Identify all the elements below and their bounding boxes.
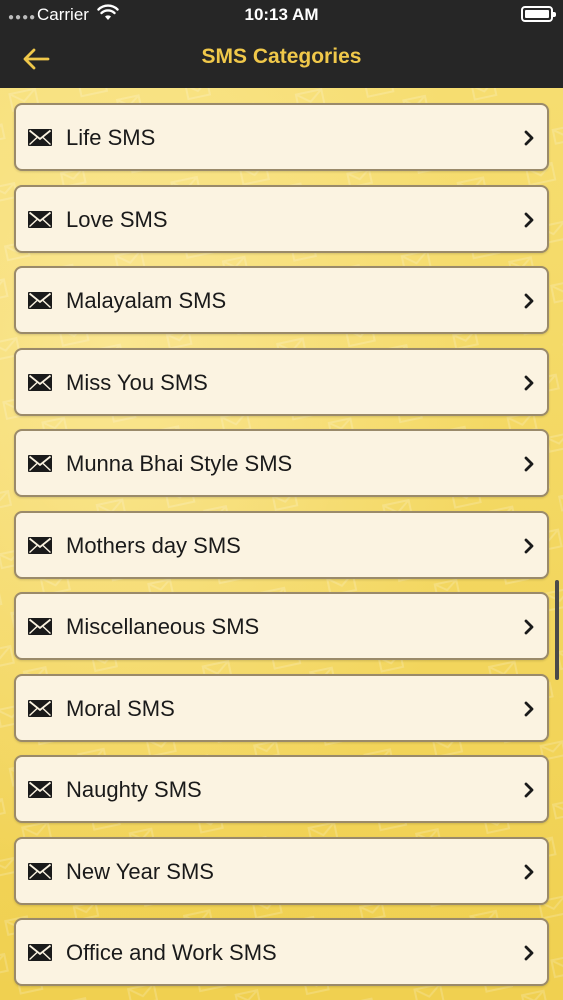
- chevron-right-icon: [524, 945, 534, 961]
- category-row[interactable]: Malayalam SMS: [14, 266, 549, 334]
- envelope-icon: [28, 129, 52, 146]
- category-label: Munna Bhai Style SMS: [66, 451, 293, 476]
- category-label: Moral SMS: [66, 695, 175, 721]
- category-list-area[interactable]: Life SMS Love SMS Malayalam SMS Miss You SM…: [0, 88, 563, 1000]
- category-list: Life SMS Love SMS Malayalam SMS Miss You SM…: [14, 103, 549, 1000]
- chevron-right-icon: [524, 701, 534, 716]
- category-label: Miscellaneous SMS: [66, 614, 260, 639]
- chevron-right-icon: [524, 619, 534, 635]
- chevron-right-icon: [524, 130, 534, 146]
- category-label: Mothers day SMS: [66, 532, 241, 558]
- envelope-icon: [28, 373, 52, 391]
- category-row[interactable]: Munna Bhai Style SMS: [14, 429, 549, 497]
- category-label: Malayalam SMS: [66, 288, 227, 313]
- envelope-icon: [28, 292, 52, 309]
- category-row[interactable]: Moral SMS: [14, 673, 549, 742]
- category-label: Life SMS: [66, 125, 156, 150]
- envelope-icon: [28, 536, 52, 554]
- chevron-right-icon: [524, 375, 534, 390]
- navigation-bar: SMS Categories: [0, 30, 563, 88]
- envelope-icon: [28, 210, 52, 228]
- category-row[interactable]: Miss You SMS: [14, 347, 549, 416]
- category-label: Miss You SMS: [66, 369, 208, 395]
- category-label: Office and Work SMS: [66, 940, 277, 965]
- envelope-icon: [28, 862, 52, 880]
- category-row[interactable]: Love SMS: [14, 184, 549, 253]
- category-row[interactable]: New Year SMS: [14, 836, 549, 905]
- category-row[interactable]: Mothers day SMS: [14, 510, 549, 579]
- chevron-right-icon: [524, 864, 534, 879]
- envelope-icon: [28, 455, 52, 472]
- envelope-icon: [28, 781, 52, 798]
- chevron-right-icon: [524, 212, 534, 227]
- chevron-right-icon: [524, 293, 534, 309]
- status-bar: ●●●● Carrier 10:13 AM: [0, 0, 563, 30]
- battery-icon: [521, 6, 556, 22]
- category-row[interactable]: Office and Work SMS: [14, 918, 549, 986]
- scrollbar[interactable]: [555, 580, 559, 680]
- category-label: New Year SMS: [66, 858, 214, 884]
- chevron-right-icon: [524, 538, 534, 553]
- category-label: Naughty SMS: [66, 777, 202, 802]
- clock: 10:13 AM: [244, 5, 319, 24]
- envelope-icon: [28, 618, 52, 635]
- page-title: SMS Categories: [201, 45, 362, 68]
- envelope-icon: [28, 944, 52, 961]
- chevron-right-icon: [524, 782, 534, 798]
- category-row[interactable]: Life SMS: [14, 103, 549, 171]
- category-row[interactable]: Naughty SMS: [14, 755, 549, 823]
- chevron-right-icon: [524, 456, 534, 472]
- envelope-icon: [28, 699, 52, 717]
- category-label: Love SMS: [66, 206, 168, 232]
- category-row[interactable]: Miscellaneous SMS: [14, 592, 549, 660]
